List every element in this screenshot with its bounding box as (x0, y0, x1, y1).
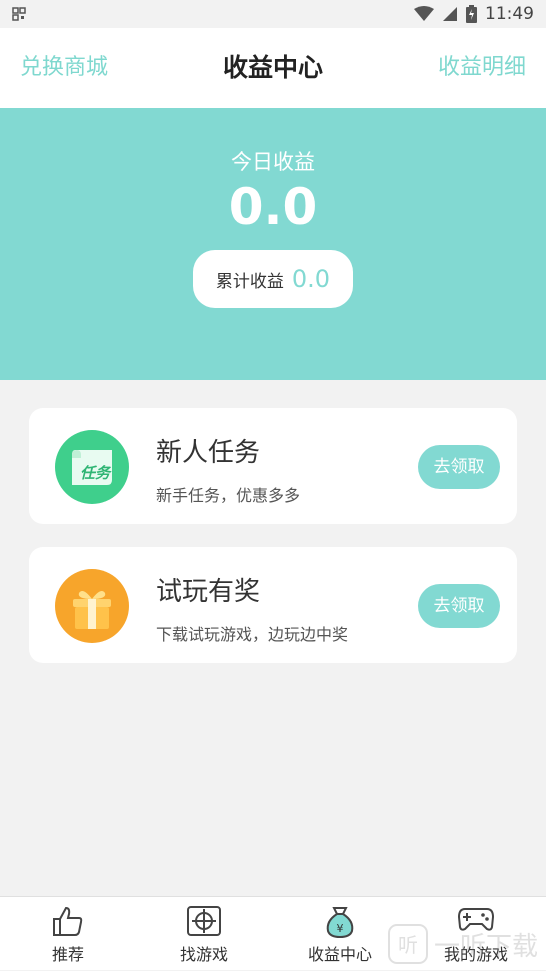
money-bag-icon: ¥ (326, 907, 354, 939)
gift-icon (55, 569, 129, 643)
watermark-text: 一听下载 (434, 931, 539, 962)
task-icon-text: 任务 (80, 464, 112, 482)
task-subtitle: 下载试玩游戏，边玩边中奖 (156, 625, 349, 644)
watermark: 听 一听下载 (388, 924, 538, 964)
tab-find-games[interactable]: 找游戏 (136, 897, 272, 971)
task-title: 试玩有奖 (156, 577, 261, 607)
claim-button-trial[interactable]: 去领取 (418, 584, 500, 628)
status-bar: 11:49 (0, 0, 546, 28)
status-left (12, 7, 26, 21)
total-earnings-value: 0.0 (291, 265, 331, 293)
earnings-summary: 今日收益 0.0 累计收益 0.0 (0, 108, 546, 380)
task-scroll-icon: 任务 (55, 430, 129, 504)
thumbs-up-icon (53, 906, 83, 936)
task-title: 新人任务 (156, 438, 261, 468)
total-earnings-pill: 累计收益 0.0 (193, 250, 353, 308)
earnings-detail-link[interactable]: 收益明细 (438, 28, 526, 108)
claim-button-newcomer[interactable]: 去领取 (418, 445, 500, 489)
svg-text:听: 听 (398, 933, 418, 957)
today-earnings-value: 0.0 (228, 178, 318, 236)
currency-symbol: ¥ (337, 922, 344, 935)
task-card-newcomer[interactable]: 任务 新人任务 新手任务，优惠多多 去领取 (29, 408, 517, 524)
notification-icon (12, 7, 26, 21)
tab-label: 推荐 (51, 945, 84, 964)
wifi-icon (414, 6, 434, 21)
tab-recommend[interactable]: 推荐 (0, 897, 136, 971)
total-earnings-label: 累计收益 (215, 271, 284, 292)
crosshair-icon (187, 906, 221, 936)
battery-icon (466, 5, 477, 23)
signal-icon (443, 7, 457, 21)
watermark-logo-icon: 听 (388, 924, 428, 964)
header: 兑换商城 收益中心 收益明细 (0, 28, 546, 108)
status-time: 11:49 (485, 4, 534, 24)
task-card-trial[interactable]: 试玩有奖 下载试玩游戏，边玩边中奖 去领取 (29, 547, 517, 663)
tab-label: 找游戏 (179, 945, 228, 964)
task-subtitle: 新手任务，优惠多多 (156, 486, 301, 505)
today-earnings-label: 今日收益 (231, 150, 315, 174)
status-right: 11:49 (414, 4, 534, 24)
